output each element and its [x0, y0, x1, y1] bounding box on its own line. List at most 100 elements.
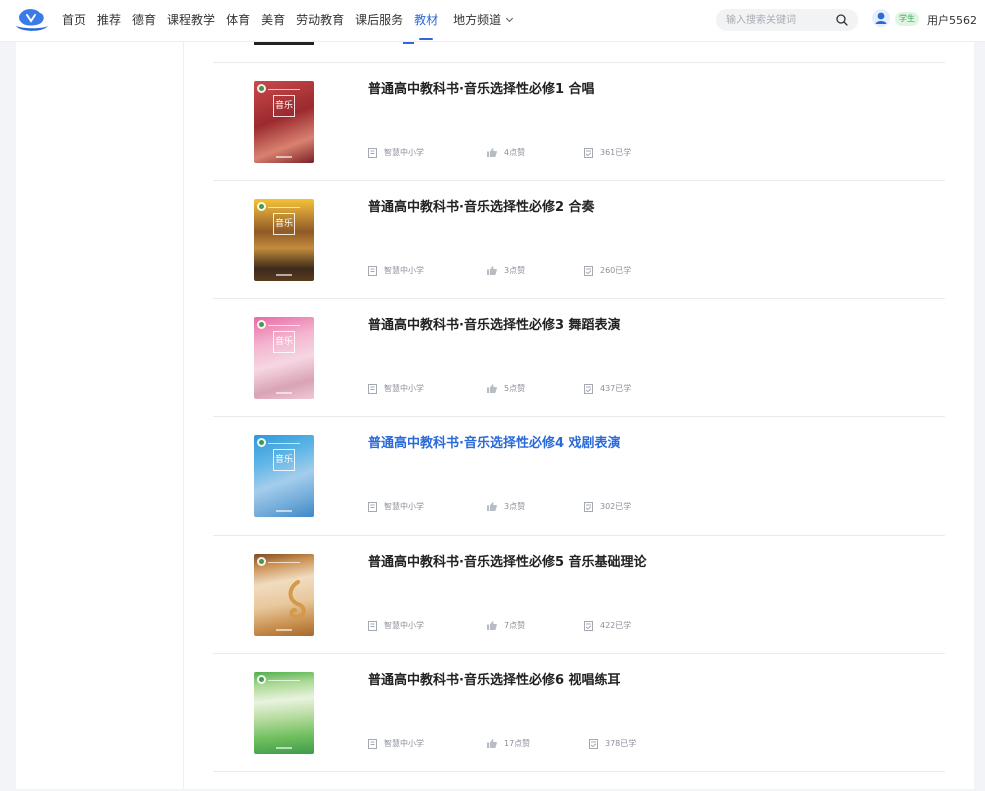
username[interactable]: 用户5562 [927, 12, 977, 28]
nav-item-recommend[interactable]: 推荐 [97, 0, 121, 40]
learned-icon [584, 501, 593, 512]
cover-footer-mark [276, 747, 292, 749]
textbook-list-item[interactable]: 音乐 普通高中教科书·音乐选择性必修2 合奏 智慧中小学 3点赞 260已学 [213, 180, 945, 298]
learners-meta: 361已学 [584, 147, 631, 158]
learned-icon [584, 383, 593, 394]
textbook-cover[interactable]: 音乐 [254, 81, 314, 163]
user-avatar-icon[interactable] [872, 9, 890, 27]
publisher-name: 智慧中小学 [384, 739, 424, 748]
learners-count: 361已学 [600, 148, 632, 157]
cover-title-frame: 音乐 [273, 213, 295, 235]
thumbs-up-icon [487, 148, 497, 157]
textbook-cover[interactable] [254, 672, 314, 754]
nav-item-course-teaching[interactable]: 课程教学 [167, 0, 215, 40]
thumbs-up-icon [487, 502, 497, 511]
publisher-seal-icon [257, 557, 266, 566]
nav-item-textbooks[interactable]: 教材 [414, 0, 438, 40]
textbook-list-item[interactable]: 音乐 普通高中教科书·音乐选择性必修4 戏剧表演 智慧中小学 3点赞 302已学 [213, 416, 945, 534]
nav-item-moral-education[interactable]: 德育 [132, 0, 156, 40]
search-input[interactable] [726, 9, 826, 31]
learners-count: 437已学 [600, 384, 632, 393]
cover-series-line [268, 207, 300, 208]
textbook-list-item[interactable]: 普通高中教科书·音乐选择性必修6 视唱练耳 智慧中小学 17点赞 378已学 [213, 653, 945, 771]
book-icon [368, 147, 377, 158]
thumbs-up-icon [487, 384, 497, 393]
local-channel-label: 地方频道 [453, 13, 502, 27]
search-icon[interactable] [836, 14, 848, 26]
publisher-meta: 智慧中小学 [368, 501, 424, 512]
likes-count: 7点赞 [504, 621, 526, 630]
nav-item-local-channel[interactable]: 地方频道 [453, 0, 514, 40]
publisher-name: 智慧中小学 [384, 621, 424, 630]
cover-series-line [268, 89, 300, 90]
book-icon [368, 738, 377, 749]
previous-item-indicator [403, 42, 414, 44]
textbook-cover[interactable] [254, 554, 314, 636]
likes-meta: 7点赞 [487, 620, 525, 631]
publisher-seal-icon [257, 320, 266, 329]
textbook-cover[interactable]: 音乐 [254, 199, 314, 281]
thumbs-up-icon [487, 266, 497, 275]
learners-meta: 422已学 [584, 620, 631, 631]
likes-meta: 17点赞 [487, 738, 530, 749]
cover-footer-mark [276, 392, 292, 394]
textbook-list-item[interactable]: 音乐 普通高中教科书·音乐选择性必修3 舞蹈表演 智慧中小学 5点赞 437已学 [213, 298, 945, 416]
textbook-title[interactable]: 普通高中教科书·音乐选择性必修5 音乐基础理论 [368, 551, 647, 570]
cover-series-line [268, 325, 300, 326]
textbook-list-item[interactable]: 普通高中教科书·音乐选择性必修5 音乐基础理论 智慧中小学 7点赞 422已学 [213, 535, 945, 653]
cover-footer-mark [276, 274, 292, 276]
textbook-title[interactable]: 普通高中教科书·音乐选择性必修2 合奏 [368, 196, 595, 215]
cover-footer-mark [276, 629, 292, 631]
cover-footer-mark [276, 510, 292, 512]
publisher-name: 智慧中小学 [384, 384, 424, 393]
publisher-meta: 智慧中小学 [368, 383, 424, 394]
learners-meta: 437已学 [584, 383, 631, 394]
book-icon [368, 383, 377, 394]
learned-icon [584, 265, 593, 276]
learners-meta: 378已学 [589, 738, 636, 749]
publisher-name: 智慧中小学 [384, 502, 424, 511]
book-icon [368, 501, 377, 512]
search-box [716, 9, 858, 31]
book-icon [368, 620, 377, 631]
learned-icon [589, 738, 598, 749]
logo-icon[interactable] [14, 6, 50, 34]
book-icon [368, 265, 377, 276]
nav-item-labor[interactable]: 劳动教育 [296, 0, 344, 40]
learned-icon [584, 147, 593, 158]
likes-count: 3点赞 [504, 502, 526, 511]
nav-item-after-school[interactable]: 课后服务 [355, 0, 403, 40]
cover-series-line [268, 562, 300, 563]
likes-meta: 4点赞 [487, 147, 525, 158]
cover-footer-mark [276, 156, 292, 158]
nav-item-home[interactable]: 首页 [62, 0, 86, 40]
textbook-title[interactable]: 普通高中教科书·音乐选择性必修3 舞蹈表演 [368, 314, 621, 333]
textbook-cover[interactable]: 音乐 [254, 317, 314, 399]
thumbs-up-icon [487, 739, 497, 748]
learners-count: 422已学 [600, 621, 632, 630]
textbook-title[interactable]: 普通高中教科书·音乐选择性必修4 戏剧表演 [368, 432, 621, 451]
textbook-title[interactable]: 普通高中教科书·音乐选择性必修6 视唱练耳 [368, 669, 621, 688]
nav-item-aesthetic[interactable]: 美育 [261, 0, 285, 40]
publisher-meta: 智慧中小学 [368, 620, 424, 631]
sidebar-divider [183, 42, 184, 789]
publisher-meta: 智慧中小学 [368, 738, 424, 749]
learners-count: 260已学 [600, 266, 632, 275]
thumbs-up-icon [487, 621, 497, 630]
textbook-title[interactable]: 普通高中教科书·音乐选择性必修1 合唱 [368, 78, 595, 97]
textbook-cover[interactable]: 音乐 [254, 435, 314, 517]
learners-count: 378已学 [605, 739, 637, 748]
publisher-name: 智慧中小学 [384, 148, 424, 157]
main-nav: 首页 推荐 德育 课程教学 体育 美育 劳动教育 课后服务 教材 地方频道 [62, 0, 523, 40]
publisher-seal-icon [257, 675, 266, 684]
previous-item-cover-edge [254, 42, 314, 45]
nav-item-sports[interactable]: 体育 [226, 0, 250, 40]
likes-count: 4点赞 [504, 148, 526, 157]
textbook-list-item[interactable]: 音乐 普通高中教科书·音乐选择性必修1 合唱 智慧中小学 4点赞 361已学 [213, 62, 945, 180]
likes-meta: 5点赞 [487, 383, 525, 394]
cover-title-frame: 音乐 [273, 331, 295, 353]
top-navigation-bar: 首页 推荐 德育 课程教学 体育 美育 劳动教育 课后服务 教材 地方频道 学生… [0, 0, 985, 42]
likes-meta: 3点赞 [487, 265, 525, 276]
likes-count: 17点赞 [504, 739, 531, 748]
likes-count: 3点赞 [504, 266, 526, 275]
